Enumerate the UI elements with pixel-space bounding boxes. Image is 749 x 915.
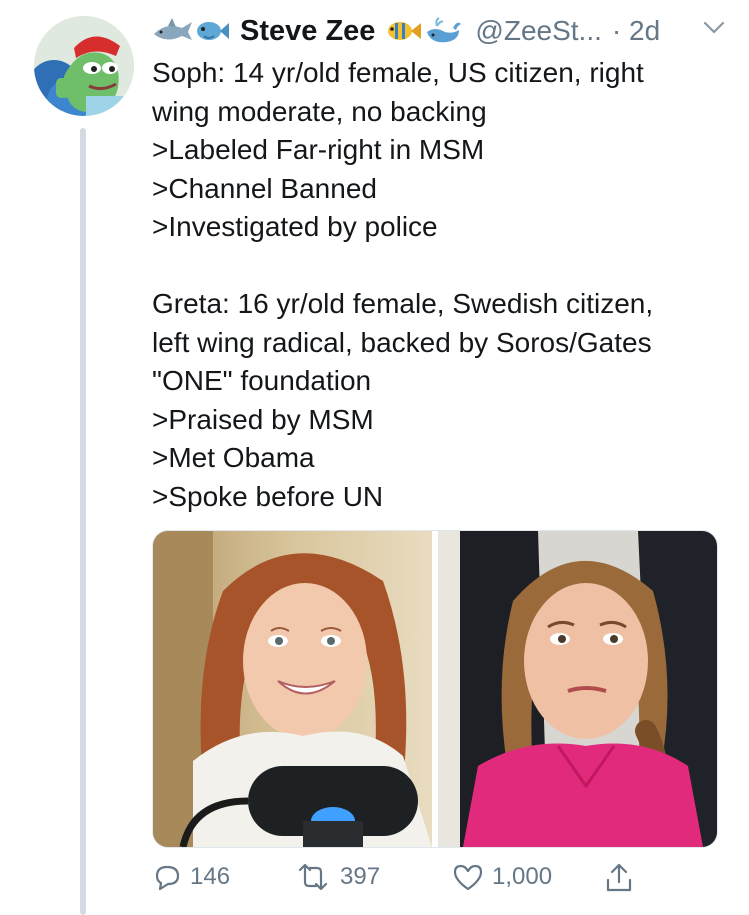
tweet-text: Soph: 14 yr/old female, US citizen, righ… (152, 54, 732, 516)
retweet-button[interactable]: 397 (294, 862, 380, 892)
name-emoji-suffix (385, 16, 463, 46)
tweet-line: "ONE" foundation (152, 365, 372, 396)
avatar-image (34, 16, 134, 116)
avatar[interactable] (34, 16, 134, 116)
tweet[interactable]: Steve Zee @ZeeSt... · 2d Soph: 14 yr/old… (0, 0, 749, 915)
media-photo-left[interactable] (153, 531, 432, 847)
tweet-line: >Channel Banned (152, 172, 377, 204)
tweet-line: wing moderate, no backing (152, 95, 487, 127)
tropical-fish-icon (388, 22, 422, 40)
tweet-content: Steve Zee @ZeeSt... · 2d Soph: 14 yr/old… (152, 8, 732, 516)
tweet-line: >Investigated by police (152, 211, 438, 242)
tweet-line: >Met Obama (152, 442, 315, 473)
tweet-line: >Labeled Far-right in MSM (152, 134, 485, 165)
reply-icon (155, 865, 180, 891)
thread-line (80, 128, 86, 915)
tweet-header: Steve Zee @ZeeSt... · 2d (152, 8, 732, 54)
like-count: 1,000 (492, 863, 553, 890)
tweet-line: >Spoke before UN (152, 480, 384, 512)
fish-icon (197, 22, 229, 40)
reply-button[interactable]: 146 (152, 862, 230, 892)
tweet-line: Greta: 16 yr/old female, Swedish citizen… (152, 288, 654, 319)
tweet-actions: 146 397 1,000 (152, 862, 692, 902)
name-emoji-prefix (152, 16, 230, 46)
chevron-down-icon[interactable] (702, 20, 726, 41)
heart-icon (453, 864, 483, 891)
timestamp[interactable]: · 2d (612, 15, 660, 47)
retweet-count: 397 (340, 863, 381, 890)
share-icon (606, 863, 632, 892)
retweet-icon (298, 863, 328, 891)
handle[interactable]: @ZeeSt... (475, 15, 601, 47)
tweet-line: left wing radical, backed by Soros/Gates (152, 326, 652, 358)
media-photo-right[interactable] (438, 531, 717, 847)
shark-icon (154, 18, 192, 40)
like-button[interactable]: 1,000 (452, 862, 552, 892)
display-name[interactable]: Steve Zee (240, 15, 375, 48)
whale-icon (427, 17, 462, 43)
tweet-line: >Praised by MSM (152, 403, 374, 435)
share-button[interactable] (604, 862, 634, 894)
reply-count: 146 (190, 863, 231, 890)
tweet-media[interactable] (152, 530, 718, 848)
tweet-line: Soph: 14 yr/old female, US citizen, righ… (152, 57, 644, 88)
